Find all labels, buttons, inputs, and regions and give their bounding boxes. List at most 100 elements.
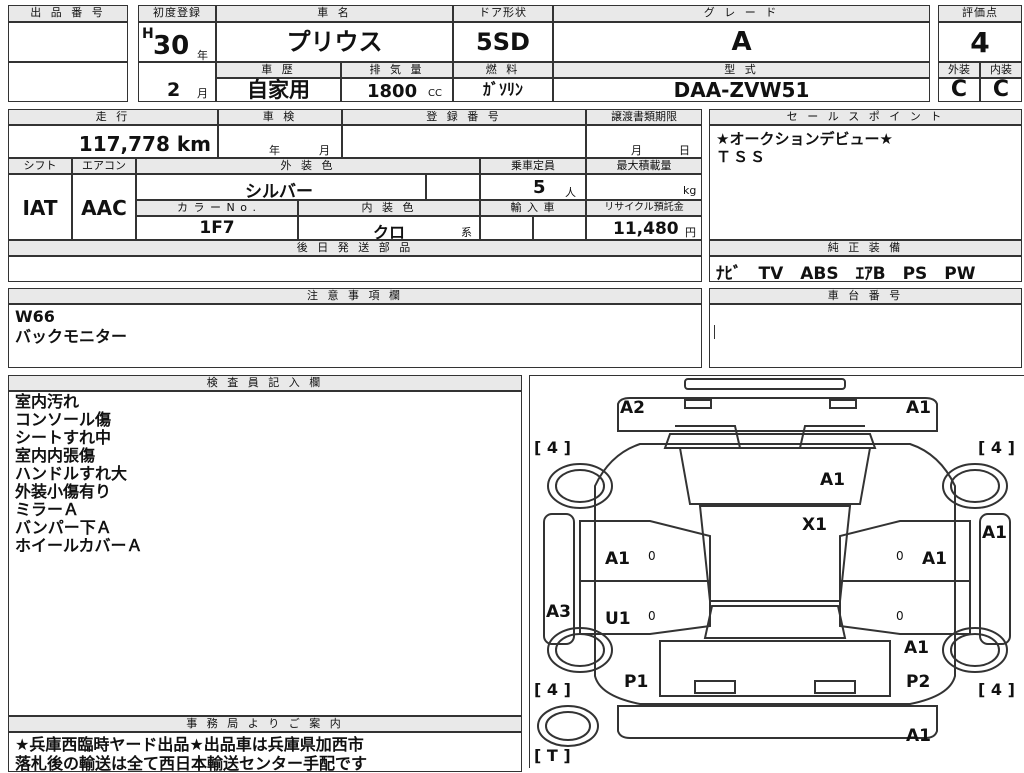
inspector-note-1: 室内汚れ <box>15 392 80 411</box>
ext-color-box: シルバー <box>136 174 426 202</box>
lot-no-lower <box>8 62 128 102</box>
left-rear-zero: 0 <box>648 609 656 623</box>
caution-box: W66 バックモニター <box>8 304 702 368</box>
inspector-note-6: 外装小傷有り <box>15 482 112 501</box>
transfer-day-unit: 日 <box>679 144 690 157</box>
body-outline <box>594 443 956 705</box>
inspector-note-8: バンパー下Ａ <box>15 518 112 537</box>
inspector-note-5: ハンドルすれ大 <box>15 464 128 483</box>
door-value: 5SD <box>453 22 553 62</box>
car-diagram <box>537 378 1011 747</box>
sales-point-list: ★オークションデビュー★ ＴＳＳ <box>716 130 893 166</box>
import-box-2 <box>533 216 586 240</box>
era-label: H <box>142 26 154 42</box>
tire-front-left-label: [ 4 ] <box>534 438 571 457</box>
chassis-mark <box>714 325 718 339</box>
genuine-equip-value: ﾅﾋﾞ TV ABS ｴｱB PS PW <box>716 264 976 284</box>
int-color-unit: 系 <box>461 226 472 239</box>
model-value: DAA-ZVW51 <box>553 78 930 102</box>
ext-color-value: シルバー <box>245 182 313 202</box>
first-reg-month-box: 2 月 <box>138 62 216 102</box>
later-parts-box <box>8 256 702 282</box>
displacement-value: 1800 <box>367 81 418 102</box>
office-note-2: 落札後の輸送は全て西日本輸送センター手配です <box>15 754 368 773</box>
inspector-box: 室内汚れ コンソール傷 シートすれ中 室内内張傷 ハンドルすれ大 外装小傷有り … <box>8 391 522 716</box>
shift-value: IAT <box>8 174 72 240</box>
displacement-header: 排 気 量 <box>341 62 453 78</box>
ext-color-header: 外 装 色 <box>136 158 480 174</box>
int-color-box: クロ 系 <box>298 216 480 242</box>
tire-rear-left-label: [ 4 ] <box>534 680 571 699</box>
mark-left-front-door: A1 <box>605 549 630 569</box>
transfer-box: 月 日 <box>586 125 702 158</box>
chassis-no-box <box>709 304 1022 368</box>
capacity-value: 5 <box>533 177 546 198</box>
inspector-note-2: コンソール傷 <box>15 410 112 429</box>
interior-score: C <box>980 78 1022 102</box>
ext-color-extra <box>426 174 480 200</box>
car-name-value: プリウス <box>216 22 453 62</box>
mark-roof: X1 <box>802 515 827 535</box>
first-reg-year-box: H 30 年 <box>138 22 216 62</box>
caution-header: 注 意 事 項 欄 <box>8 288 702 304</box>
wheel-front-right-inner <box>950 469 1000 503</box>
inspection-year-unit: 年 <box>269 144 280 157</box>
genuine-equip-box: ﾅﾋﾞ TV ABS ｴｱB PS PW <box>709 256 1022 284</box>
inspector-header: 検 査 員 記 入 欄 <box>8 375 522 391</box>
fuel-value: ｶﾞｿﾘﾝ <box>453 78 553 102</box>
aircon-header: エアコン <box>72 158 136 174</box>
inspection-header: 車 検 <box>218 109 342 125</box>
first-reg-header: 初度登録 <box>138 5 216 22</box>
max-load-header: 最大積載量 <box>586 158 702 174</box>
car-name-header: 車 名 <box>216 5 453 22</box>
mark-left-rocker: A3 <box>546 602 571 622</box>
mark-right-fender: A1 <box>982 523 1007 543</box>
office-list: ★兵庫西臨時ヤード出品★出品車は兵庫県加西市 落札後の輸送は全て西日本輸送センタ… <box>15 735 367 773</box>
lot-no-value <box>8 22 128 62</box>
mark-right-front-door: A1 <box>922 549 947 569</box>
inspector-list: 室内汚れ コンソール傷 シートすれ中 室内内張傷 ハンドルすれ大 外装小傷有り … <box>15 393 143 555</box>
left-front-door-outline <box>579 520 711 582</box>
mark-rear-bumper: A1 <box>906 726 931 746</box>
interior-header: 内装 <box>980 62 1022 78</box>
chassis-no-header: 車 台 番 号 <box>709 288 1022 304</box>
left-door-zero: 0 <box>648 549 656 563</box>
model-header: 型 式 <box>553 62 930 78</box>
capacity-header: 乗車定員 <box>480 158 586 174</box>
hood-outline <box>663 433 877 449</box>
rear-bumper-outline <box>617 705 938 739</box>
month-unit: 月 <box>197 87 208 100</box>
fuel-header: 燃 料 <box>453 62 553 78</box>
int-color-header: 内 装 色 <box>298 200 480 216</box>
transfer-header: 譲渡書類期限 <box>586 109 702 125</box>
left-rocker-outline <box>543 513 575 645</box>
left-rear-door-outline <box>579 580 711 635</box>
score-header: 評価点 <box>938 5 1022 22</box>
inspection-box: 年 月 <box>218 125 342 158</box>
reg-no-box <box>342 125 586 158</box>
month-value: 2 <box>167 79 181 101</box>
roof-outline <box>698 505 852 602</box>
score-value: 4 <box>938 22 1022 62</box>
cc-unit: CC <box>428 88 442 99</box>
color-no-header: カ ラ ー N o . <box>136 200 298 216</box>
tire-front-right-label: [ 4 ] <box>978 438 1015 457</box>
displacement-box: 1800 CC <box>341 78 453 102</box>
aircon-value: AAC <box>72 174 136 240</box>
sales-point-box: ★オークションデビュー★ ＴＳＳ <box>709 125 1022 240</box>
right-rear-door-outline <box>839 580 971 635</box>
office-note-1: ★兵庫西臨時ヤード出品★出品車は兵庫県加西市 <box>15 735 364 754</box>
exterior-header: 外装 <box>938 62 980 78</box>
max-load-box: kg <box>586 174 702 200</box>
mark-windshield: A1 <box>820 470 845 490</box>
lot-no-header: 出 品 番 号 <box>8 5 128 22</box>
front-panel-outline <box>617 397 938 432</box>
recycle-box: 11,480 円 <box>586 216 702 240</box>
transfer-month-unit: 月 <box>631 144 642 157</box>
inspector-note-7: ミラーＡ <box>15 500 80 519</box>
mark-front-right: A1 <box>906 398 931 418</box>
rear-lamp-left <box>694 680 736 694</box>
wheel-front-left-inner <box>555 469 605 503</box>
mark-right-rear: P2 <box>906 672 931 692</box>
mark-right-rear-qtr: A1 <box>904 638 929 658</box>
